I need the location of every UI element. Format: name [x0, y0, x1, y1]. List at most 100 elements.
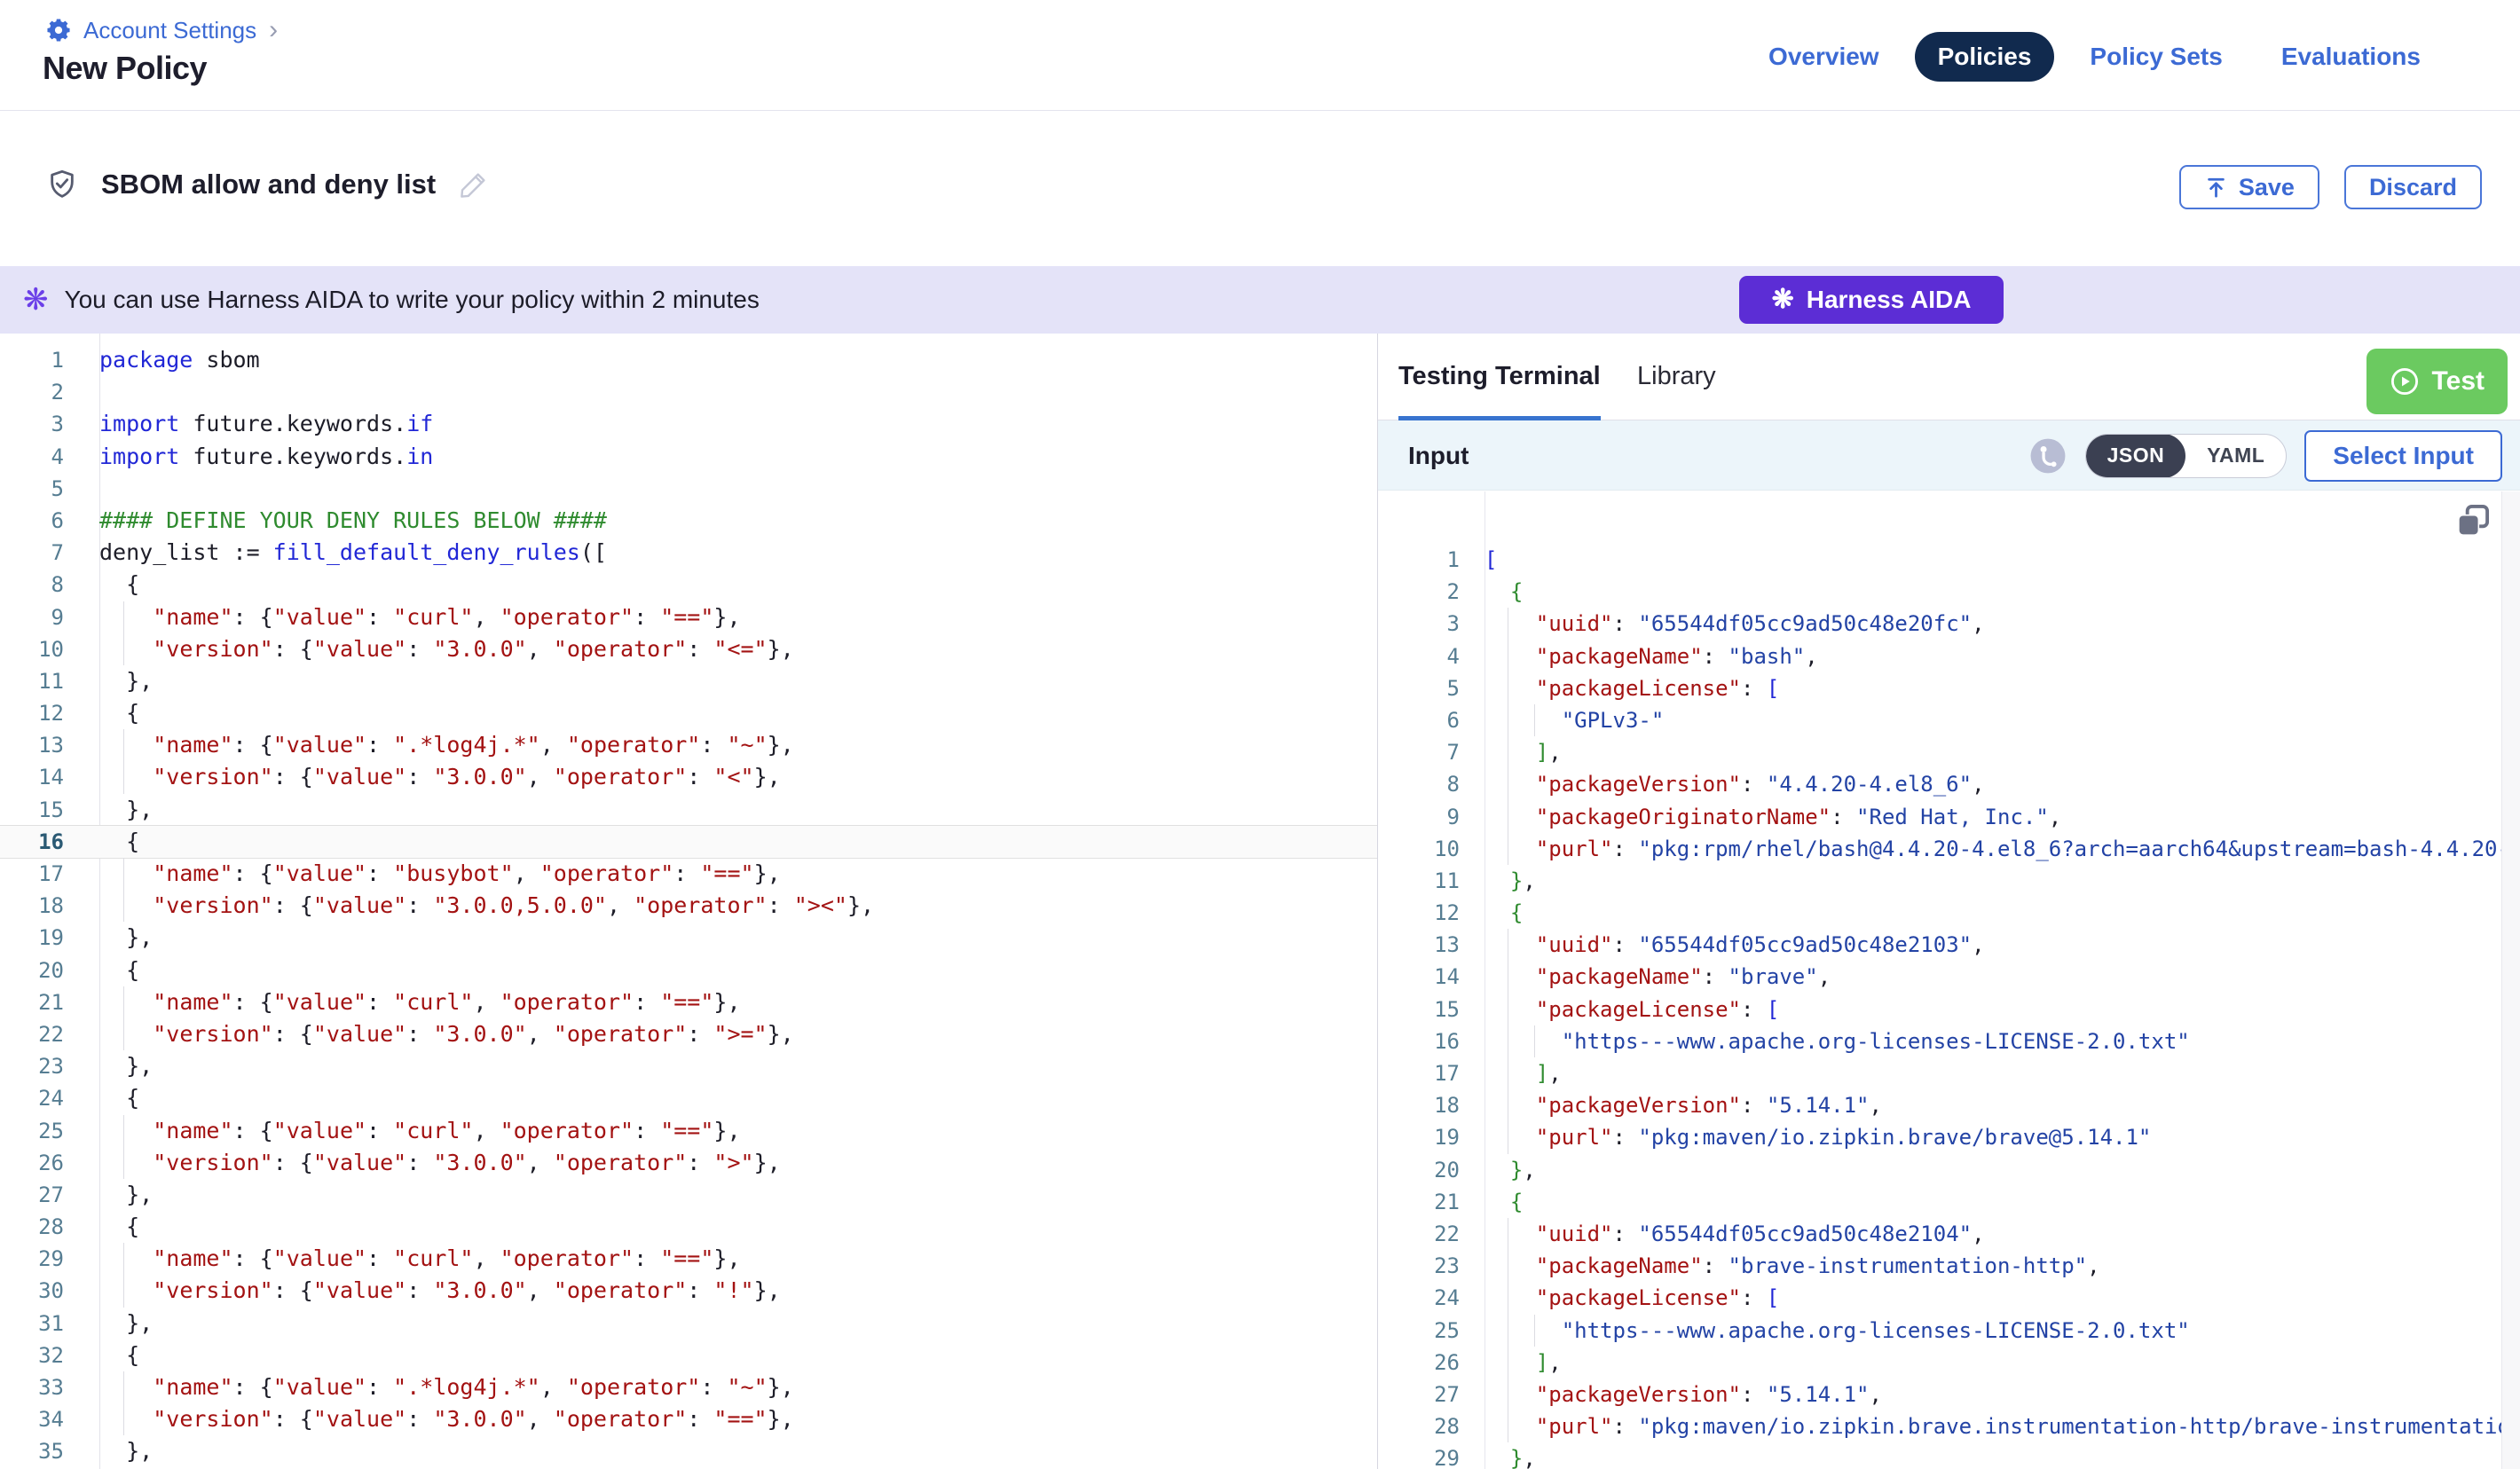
code-line[interactable]: 10 "version": {"value": "3.0.0", "operat…: [0, 633, 1377, 665]
code-line-content: },: [1484, 1442, 1536, 1469]
code-line[interactable]: 24 {: [0, 1082, 1377, 1114]
tab-library[interactable]: Library: [1637, 334, 1716, 420]
toggle-option-yaml[interactable]: YAML: [2185, 434, 2286, 478]
code-line[interactable]: 7 ],: [1378, 736, 2520, 768]
code-line[interactable]: 6 "GPLv3-": [1378, 704, 2520, 736]
code-line[interactable]: 28 "purl": "pkg:maven/io.zipkin.brave.in…: [1378, 1410, 2520, 1442]
line-number: 7: [1378, 736, 1484, 768]
input-json-editor[interactable]: 1[2 {3 "uuid": "65544df05cc9ad50c48e20fc…: [1378, 491, 2520, 1469]
code-line[interactable]: 4 "packageName": "bash",: [1378, 640, 2520, 672]
code-line[interactable]: 25 "name": {"value": "curl", "operator":…: [0, 1115, 1377, 1147]
code-line[interactable]: 35 },: [0, 1435, 1377, 1467]
code-line[interactable]: 26 "version": {"value": "3.0.0", "operat…: [0, 1147, 1377, 1179]
code-line[interactable]: 22 "uuid": "65544df05cc9ad50c48e2104",: [1378, 1218, 2520, 1250]
save-button[interactable]: Save: [2179, 165, 2319, 209]
code-line[interactable]: 2 {: [1378, 576, 2520, 608]
code-line-content: "uuid": "65544df05cc9ad50c48e20fc",: [1484, 608, 1985, 640]
code-line-content: },: [99, 794, 153, 826]
code-line[interactable]: 5: [0, 473, 1377, 505]
code-line[interactable]: 13 "uuid": "65544df05cc9ad50c48e2103",: [1378, 929, 2520, 961]
copy-icon[interactable]: [2453, 500, 2493, 541]
code-line[interactable]: 29 },: [1378, 1442, 2520, 1469]
code-line[interactable]: 22 "version": {"value": "3.0.0", "operat…: [0, 1018, 1377, 1050]
code-line[interactable]: 32 {: [0, 1339, 1377, 1371]
code-line[interactable]: 4import future.keywords.in: [0, 441, 1377, 473]
code-line[interactable]: 27 "packageVersion": "5.14.1",: [1378, 1379, 2520, 1410]
line-number: 32: [0, 1339, 99, 1371]
nav-tab-evaluations[interactable]: Evaluations: [2258, 32, 2444, 82]
code-line[interactable]: 33 "name": {"value": ".*log4j.*", "opera…: [0, 1371, 1377, 1403]
code-line[interactable]: 1[: [1378, 544, 2520, 576]
code-line[interactable]: 3import future.keywords.if: [0, 408, 1377, 440]
code-line[interactable]: 7deny_list := fill_default_deny_rules([: [0, 537, 1377, 569]
toggle-option-json[interactable]: JSON: [2086, 434, 2186, 478]
code-line[interactable]: 23 },: [0, 1050, 1377, 1082]
code-line[interactable]: 18 "packageVersion": "5.14.1",: [1378, 1089, 2520, 1121]
code-line[interactable]: 9 "packageOriginatorName": "Red Hat, Inc…: [1378, 801, 2520, 833]
code-line[interactable]: 29 "name": {"value": "curl", "operator":…: [0, 1243, 1377, 1275]
code-line[interactable]: 8 {: [0, 569, 1377, 601]
code-line[interactable]: 16 "https---www.apache.org-licenses-LICE…: [1378, 1025, 2520, 1057]
code-line[interactable]: 9 "name": {"value": "curl", "operator": …: [0, 601, 1377, 633]
line-number: 2: [0, 376, 99, 408]
discard-button[interactable]: Discard: [2344, 165, 2482, 209]
line-number: 5: [1378, 672, 1484, 704]
code-line[interactable]: 15 "packageLicense": [: [1378, 994, 2520, 1025]
nav-tab-overview[interactable]: Overview: [1745, 32, 1902, 82]
code-line[interactable]: 25 "https---www.apache.org-licenses-LICE…: [1378, 1315, 2520, 1347]
format-graph-icon[interactable]: [2028, 436, 2067, 475]
code-line[interactable]: 21 "name": {"value": "curl", "operator":…: [0, 986, 1377, 1018]
line-number: 26: [1378, 1347, 1484, 1379]
code-line[interactable]: 3 "uuid": "65544df05cc9ad50c48e20fc",: [1378, 608, 2520, 640]
line-number: 16: [1378, 1025, 1484, 1057]
edit-pencil-icon[interactable]: [457, 168, 491, 201]
code-line[interactable]: 27 },: [0, 1179, 1377, 1211]
code-line[interactable]: 21 {: [1378, 1186, 2520, 1218]
nav-tab-policies[interactable]: Policies: [1915, 32, 2055, 82]
code-line[interactable]: 17 "name": {"value": "busybot", "operato…: [0, 858, 1377, 890]
code-line[interactable]: 2: [0, 376, 1377, 408]
code-line[interactable]: 10 "purl": "pkg:rpm/rhel/bash@4.4.20-4.e…: [1378, 833, 2520, 865]
code-line[interactable]: 19 },: [0, 922, 1377, 954]
code-line[interactable]: 23 "packageName": "brave-instrumentation…: [1378, 1250, 2520, 1282]
code-line[interactable]: 12 {: [1378, 897, 2520, 929]
code-line[interactable]: 13 "name": {"value": ".*log4j.*", "opera…: [0, 729, 1377, 761]
code-line[interactable]: 11 },: [1378, 865, 2520, 897]
code-line[interactable]: 19 "purl": "pkg:maven/io.zipkin.brave/br…: [1378, 1121, 2520, 1153]
select-input-button[interactable]: Select Input: [2304, 430, 2502, 482]
indent-guide: [123, 890, 124, 922]
code-line[interactable]: 17 ],: [1378, 1057, 2520, 1089]
code-line[interactable]: 1package sbom: [0, 344, 1377, 376]
test-button[interactable]: Test: [2366, 349, 2508, 414]
code-line[interactable]: 28 {: [0, 1211, 1377, 1243]
code-line[interactable]: 31 },: [0, 1308, 1377, 1339]
code-line[interactable]: 5 "packageLicense": [: [1378, 672, 2520, 704]
code-line-content: {: [1484, 576, 1523, 608]
code-line[interactable]: 18 "version": {"value": "3.0.0,5.0.0", "…: [0, 890, 1377, 922]
code-line[interactable]: 11 },: [0, 665, 1377, 697]
code-line[interactable]: 8 "packageVersion": "4.4.20-4.el8_6",: [1378, 768, 2520, 800]
code-line-content: "packageName": "bash",: [1484, 640, 1818, 672]
code-line[interactable]: 26 ],: [1378, 1347, 2520, 1379]
code-line[interactable]: 30 "version": {"value": "3.0.0", "operat…: [0, 1275, 1377, 1307]
code-line[interactable]: 6#### DEFINE YOUR DENY RULES BELOW ####: [0, 505, 1377, 537]
main-content: 1package sbom23import future.keywords.if…: [0, 334, 2520, 1469]
code-line[interactable]: 34 "version": {"value": "3.0.0", "operat…: [0, 1403, 1377, 1435]
policy-code-editor[interactable]: 1package sbom23import future.keywords.if…: [0, 334, 1377, 1469]
code-line-content: package sbom: [99, 344, 260, 376]
code-line[interactable]: 14 "version": {"value": "3.0.0", "operat…: [0, 761, 1377, 793]
nav-tab-policy-sets[interactable]: Policy Sets: [2067, 32, 2245, 82]
code-line[interactable]: 24 "packageLicense": [: [1378, 1282, 2520, 1314]
code-line[interactable]: 20 },: [1378, 1154, 2520, 1186]
line-number: 2: [1378, 576, 1484, 608]
code-line-content: "GPLv3-": [1484, 704, 1664, 736]
code-line[interactable]: 14 "packageName": "brave",: [1378, 961, 2520, 993]
harness-aida-button[interactable]: ❋ Harness AIDA: [1739, 276, 2004, 324]
json-scrollbar[interactable]: [2501, 491, 2520, 1469]
code-line[interactable]: 16 {: [0, 826, 1377, 858]
code-line[interactable]: 20 {: [0, 954, 1377, 986]
code-line[interactable]: 12 {: [0, 697, 1377, 729]
code-line[interactable]: 15 },: [0, 794, 1377, 826]
breadcrumb-link-account-settings[interactable]: Account Settings: [83, 17, 256, 44]
tab-testing-terminal[interactable]: Testing Terminal: [1398, 334, 1601, 420]
